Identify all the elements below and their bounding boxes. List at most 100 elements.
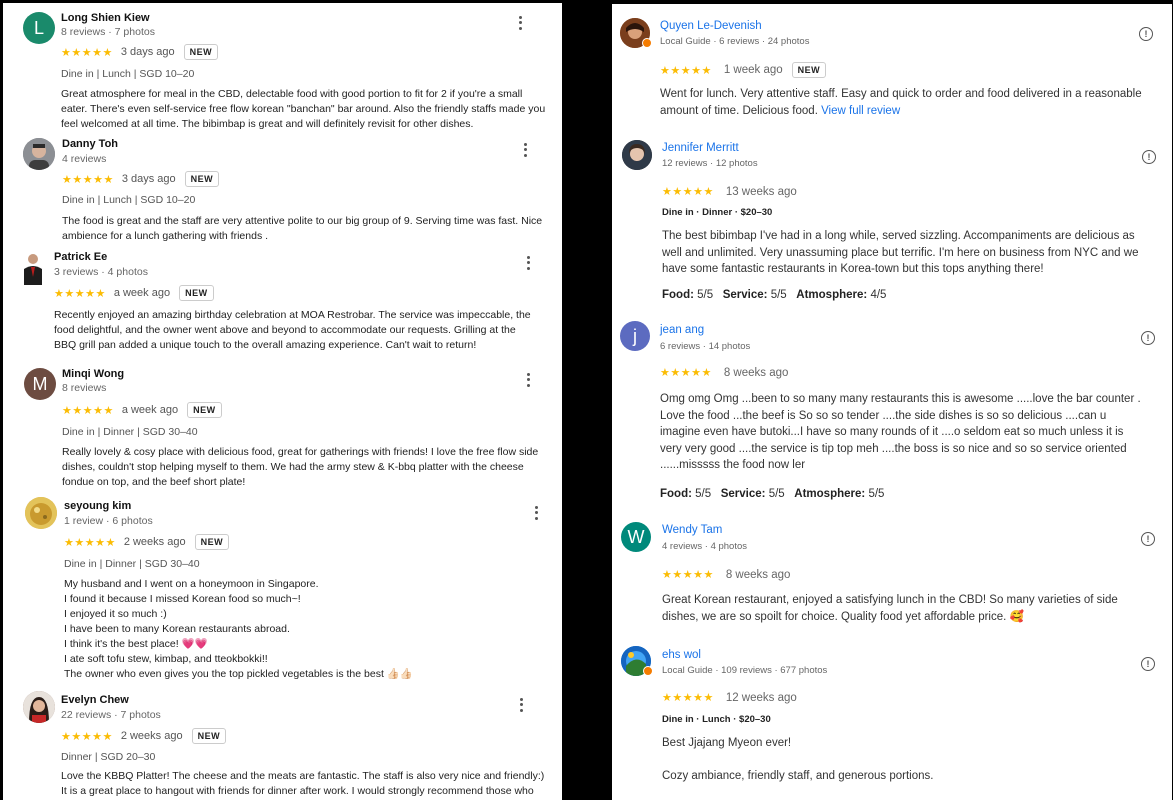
visit-tags: Dine in | Dinner | SGD 30–40 (64, 558, 200, 570)
review-card: Evelyn Chew 22 reviews · 7 photos ★★★★★ … (3, 687, 562, 800)
service-score: 5/5 (770, 289, 787, 301)
avatar[interactable] (23, 691, 55, 723)
avatar[interactable] (622, 140, 652, 170)
avatar[interactable]: L (23, 12, 55, 44)
avatar[interactable]: W (621, 522, 651, 552)
rating-row: ★★★★★ 8 weeks ago (662, 568, 790, 582)
view-full-review-link[interactable]: View full review (821, 105, 900, 117)
report-review-icon[interactable]: ! (1141, 331, 1155, 345)
review-time: a week ago (113, 287, 171, 299)
avatar[interactable] (25, 497, 57, 529)
visit-tags: Dine in | Dinner | SGD 30–40 (62, 426, 198, 438)
service-score-label: Service: (722, 289, 768, 301)
star-rating: ★★★★★ (660, 64, 712, 77)
review-text: Really lovely & cosy place with deliciou… (62, 445, 538, 490)
review-card: Jennifer Merritt 12 reviews · 12 photos … (612, 126, 1172, 316)
review-text-line: eater. There's even self-service free fl… (61, 103, 546, 115)
reviewer-name[interactable]: Wendy Tam (662, 524, 722, 536)
review-text-line: have some fantastic restaurants in Korea… (662, 263, 1044, 275)
review-card: Patrick Ee 3 reviews · 4 photos ★★★★★ a … (3, 245, 562, 363)
more-options-icon[interactable] (521, 253, 535, 273)
review-text-line: fondue on top, and the beef short plate! (62, 476, 246, 488)
service-score: 5/5 (768, 488, 785, 500)
reviewer-name[interactable]: jean ang (660, 324, 704, 336)
review-text-line: dishes, we are so spoilt for choice. Qua… (662, 610, 1024, 623)
review-text-line: Recently enjoyed an amazing birthday cel… (54, 309, 531, 321)
right-review-panel: Quyen Le-Devenish Local Guide · 6 review… (612, 4, 1172, 800)
review-text-segment: amount of time. Delicious food. (660, 104, 818, 117)
review-text: The best bibimbap I've had in a long whi… (662, 228, 1138, 278)
review-text-line: It is a great place to hangout with frie… (61, 785, 534, 797)
star-rating: ★★★★★ (61, 46, 113, 59)
star-rating: ★★★★★ (54, 287, 106, 300)
report-review-icon[interactable]: ! (1141, 657, 1155, 671)
local-guide-badge-icon (642, 38, 652, 48)
reviewer-name[interactable]: seyoung kim (64, 500, 131, 512)
review-text-line: amount of time. Delicious food. View ful… (660, 103, 1142, 120)
avatar[interactable] (23, 138, 55, 170)
left-review-panel: L Long Shien Kiew 8 reviews · 7 photos ★… (3, 3, 562, 800)
reviewer-meta: 4 reviews · 4 photos (662, 541, 748, 552)
star-rating: ★★★★★ (64, 536, 116, 549)
reviewer-name[interactable]: Minqi Wong (62, 368, 124, 380)
reviewer-name[interactable]: Patrick Ee (54, 251, 107, 263)
more-options-icon[interactable] (513, 13, 527, 33)
review-text-line: The best bibimbap I've had in a long whi… (662, 230, 1135, 242)
reviewer-meta: 3 reviews · 4 photos (54, 266, 148, 278)
more-options-icon[interactable] (529, 503, 543, 523)
avatar-letter: M (32, 373, 48, 394)
review-text: The food is great and the staff are very… (62, 214, 542, 244)
review-text-line: ambience for a lunch gathering with frie… (62, 230, 269, 242)
report-review-icon[interactable]: ! (1141, 532, 1155, 546)
avatar[interactable]: j (620, 321, 650, 351)
review-text-line: I enjoyed it so much :) (64, 608, 167, 620)
food-score-label: Food: (660, 488, 692, 500)
review-text-line: feel welcomed at all time. The bibimbap … (61, 118, 474, 130)
review-text: Love the KBBQ Platter! The cheese and th… (61, 769, 544, 799)
reviewer-name[interactable]: Evelyn Chew (61, 694, 129, 706)
visit-tags: Dine in · Lunch · $20–30 (662, 714, 771, 725)
rating-row: ★★★★★ 13 weeks ago (662, 185, 797, 199)
more-options-icon[interactable] (521, 370, 535, 390)
report-review-icon[interactable]: ! (1142, 150, 1156, 164)
photo-avatar-icon (24, 254, 42, 285)
photo-avatar-icon (25, 497, 57, 529)
local-guide-badge-icon (643, 666, 653, 676)
review-text: Great Korean restaurant, enjoyed a satis… (662, 592, 1118, 625)
review-time: 2 weeks ago (120, 730, 183, 742)
review-time: a week ago (121, 404, 179, 416)
rating-row: ★★★★★ 8 weeks ago (660, 366, 788, 380)
review-text-line: BBQ grill pan added a unique touch to th… (54, 339, 477, 351)
food-score: 5/5 (697, 289, 714, 301)
food-score: 5/5 (695, 488, 712, 500)
photo-avatar-icon (622, 140, 652, 170)
reviewer-meta: 12 reviews · 12 photos (662, 158, 758, 169)
review-text-line: ......misssss the food now ler (660, 459, 806, 471)
more-options-icon[interactable] (518, 140, 532, 160)
new-badge: NEW (187, 402, 222, 418)
visit-tags: Dine in · Dinner · $20–30 (662, 207, 773, 218)
reviewer-name[interactable]: Long Shien Kiew (61, 12, 150, 24)
report-review-icon[interactable]: ! (1139, 27, 1153, 41)
review-card: W Wendy Tam 4 reviews · 4 photos ! ★★★★★… (612, 512, 1172, 636)
review-text-line: Love the food ...the beef is So so so te… (660, 409, 1107, 422)
food-score-label: Food: (662, 289, 694, 301)
avatar[interactable]: M (24, 368, 56, 400)
reviewer-name[interactable]: Quyen Le-Devenish (660, 20, 762, 32)
review-text: Best Jjajang Myeon ever! Cozy ambiance, … (662, 735, 933, 785)
review-text: Great atmosphere for meal in the CBD, de… (61, 87, 545, 132)
review-text-line: Omg omg Omg ...been to so many many rest… (660, 393, 1141, 405)
reviewer-meta: 6 reviews · 14 photos (660, 341, 751, 352)
more-options-icon[interactable] (514, 695, 528, 715)
review-text-line: The food is great and the staff are very… (62, 215, 543, 227)
review-text-line: dishes, couldn't stop helping myself to … (62, 461, 524, 473)
rating-row: ★★★★★ 3 days ago NEW (62, 171, 220, 187)
reviewer-name[interactable]: ehs wol (662, 649, 701, 661)
review-time: 2 weeks ago (123, 536, 186, 548)
photo-avatar-icon (23, 691, 55, 723)
review-text-line: food delightful, and the owner went abov… (54, 324, 516, 336)
review-time: 3 days ago (121, 173, 176, 185)
avatar[interactable] (21, 251, 45, 285)
reviewer-name[interactable]: Jennifer Merritt (662, 142, 739, 154)
reviewer-name[interactable]: Danny Toh (62, 138, 118, 150)
